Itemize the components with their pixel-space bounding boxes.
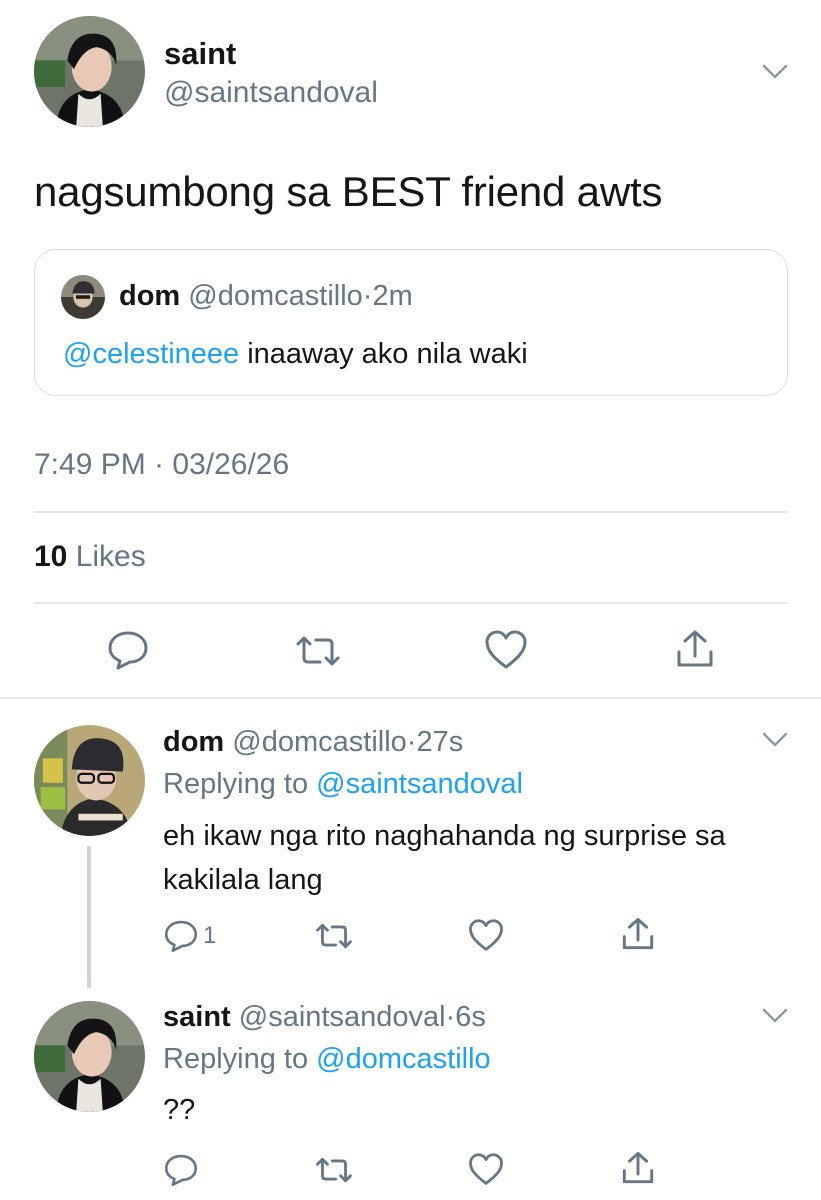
reply-handle[interactable]: @domcastillo: [232, 726, 407, 758]
author-handle[interactable]: @saintsandoval: [164, 76, 378, 110]
reply-icon: [108, 631, 148, 670]
reply-separator: ·: [406, 726, 417, 758]
quoted-time: 2m: [372, 280, 413, 312]
reply-display-name[interactable]: dom: [163, 726, 224, 758]
like-button[interactable]: [468, 919, 504, 952]
quoted-handle[interactable]: @domcastillo: [188, 280, 363, 312]
avatar-saint[interactable]: [34, 1001, 145, 1112]
retweet-button[interactable]: [314, 922, 354, 950]
tweet-timestamp: 7:49 PM · 03/26/26: [34, 448, 290, 481]
reply-header: saint @saintsandoval·6s: [163, 1001, 486, 1034]
retweet-button[interactable]: [314, 1156, 354, 1184]
divider: [34, 602, 788, 604]
chevron-down-icon[interactable]: [762, 64, 788, 80]
share-button[interactable]: [620, 916, 656, 952]
reply-text: ??: [163, 1094, 196, 1126]
avatar-dom[interactable]: [34, 725, 145, 836]
share-button[interactable]: [674, 628, 716, 670]
heart-icon: [469, 919, 503, 951]
like-button[interactable]: [484, 630, 528, 670]
reply-count: 1: [203, 922, 217, 949]
quoted-tweet-card[interactable]: dom @domcastillo·2m @celestineee inaaway…: [34, 249, 788, 396]
author-display-name[interactable]: saint: [164, 36, 236, 72]
replying-to-line: Replying to @domcastillo: [163, 1043, 491, 1076]
reply-time: 6s: [455, 1001, 486, 1033]
tweet-text: nagsumbong sa BEST friend awts: [34, 168, 663, 215]
retweet-icon: [296, 636, 340, 666]
reply-time: 27s: [416, 726, 464, 758]
share-icon: [677, 630, 713, 667]
share-icon: [622, 1151, 654, 1184]
reply-separator: ·: [445, 1001, 456, 1033]
retweet-icon: [316, 923, 352, 949]
reply-handle[interactable]: @saintsandoval: [239, 1001, 446, 1033]
reply-button[interactable]: [163, 1153, 203, 1187]
likes-summary[interactable]: 10 Likes: [34, 540, 146, 574]
retweet-button[interactable]: [294, 634, 342, 668]
reply-icon: [164, 1154, 198, 1187]
replying-to-link[interactable]: @domcastillo: [316, 1043, 491, 1075]
likes-count: 10: [34, 540, 68, 573]
reply-display-name[interactable]: saint: [163, 1001, 231, 1033]
quoted-text-body: inaaway ako nila waki: [239, 338, 528, 370]
avatar-saint[interactable]: [34, 16, 145, 127]
reply-icon: [164, 920, 198, 953]
retweet-icon: [316, 1157, 352, 1183]
quoted-mention-link[interactable]: @celestineee: [63, 338, 239, 370]
quoted-separator: ·: [362, 280, 373, 312]
quoted-tweet-header: dom @domcastillo·2m: [119, 280, 413, 313]
replying-to-label: Replying to: [163, 1043, 317, 1075]
share-button[interactable]: [620, 1150, 656, 1186]
quoted-tweet-text: @celestineee inaaway ako nila waki: [63, 338, 528, 371]
replying-to-line: Replying to @saintsandoval: [163, 768, 523, 801]
chevron-down-icon[interactable]: [762, 732, 788, 748]
reply-header: dom @domcastillo·27s: [163, 726, 463, 759]
replying-to-label: Replying to: [163, 768, 317, 800]
quoted-display-name[interactable]: dom: [119, 280, 180, 312]
heart-icon: [469, 1153, 503, 1185]
section-divider: [0, 697, 821, 699]
reply-text: eh ikaw nga rito naghahanda ng surprise …: [163, 820, 726, 896]
share-icon: [622, 917, 654, 950]
chevron-down-icon[interactable]: [762, 1008, 788, 1024]
reply-button[interactable]: [106, 630, 150, 670]
divider: [34, 511, 788, 513]
likes-label: Likes: [67, 540, 146, 573]
thread-connector-line: [87, 846, 91, 988]
reply-button[interactable]: 1: [163, 919, 216, 953]
avatar-dom-small: [61, 275, 105, 319]
heart-icon: [485, 630, 527, 669]
like-button[interactable]: [468, 1153, 504, 1186]
replying-to-link[interactable]: @saintsandoval: [316, 768, 523, 800]
